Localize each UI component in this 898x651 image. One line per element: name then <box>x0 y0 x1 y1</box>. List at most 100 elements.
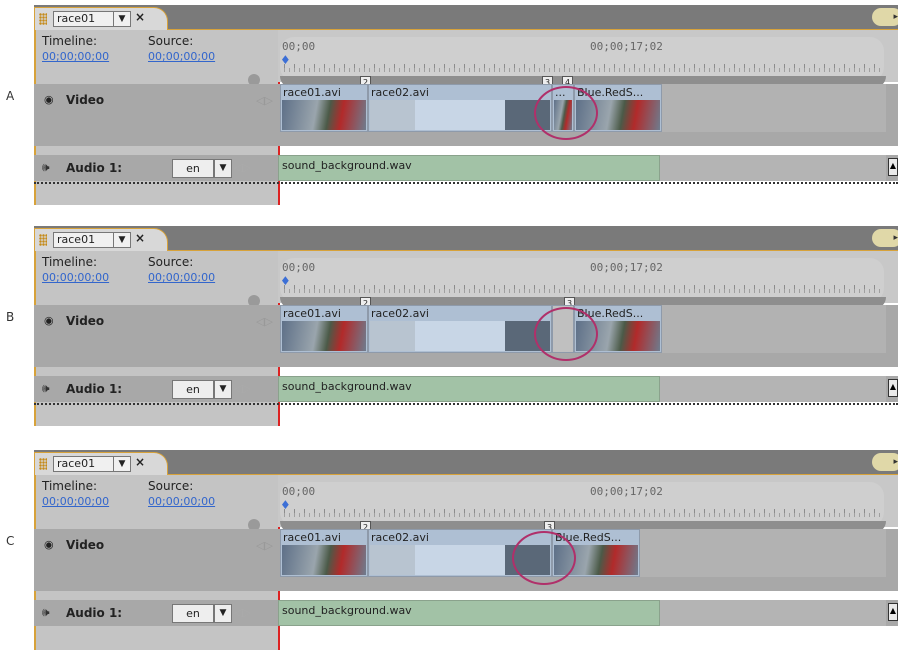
source-timecode[interactable]: 00;00;00;00 <box>148 50 215 63</box>
tab-bar: race01 ▼ × ▸ <box>34 226 898 251</box>
tab-sequence[interactable]: race01 ▼ × <box>34 452 168 475</box>
chevron-down-icon[interactable]: ▼ <box>113 11 131 27</box>
audio-track-name: Audio 1: <box>66 382 123 396</box>
source-label: Source: <box>148 34 194 48</box>
timeline-panel-b: B race01 ▼ × ▸ Timeline: Source: 00;00;0… <box>6 226 898 426</box>
keyframe-nav-icon[interactable]: ◁▷ <box>256 94 273 107</box>
ruler-start-time: 00;00 <box>282 261 316 274</box>
time-ruler[interactable]: 00;00 00;00;17;02 ♦ 2 3 <box>278 475 898 534</box>
tab-sequence[interactable]: race01 ▼ × <box>34 7 168 30</box>
tab-bar: race01 ▼ × ▸ <box>34 5 898 30</box>
empty-track-area <box>660 155 886 181</box>
playhead-icon[interactable]: ♦ <box>280 274 291 288</box>
video-track-header: ◉ Video ◁▷ <box>36 305 278 367</box>
timeline-timecode[interactable]: 00;00;00;00 <box>42 495 109 508</box>
eye-icon[interactable]: ◉ <box>44 314 54 327</box>
close-icon[interactable]: × <box>135 231 145 245</box>
sequence-name[interactable]: race01 <box>53 456 114 472</box>
chevron-down-icon[interactable]: ▼ <box>113 456 131 472</box>
scroll-up-icon[interactable]: ▲ <box>888 603 898 621</box>
audio-clip[interactable]: sound_background.wav <box>278 376 660 402</box>
panel-menu-icon[interactable]: ▸ <box>872 453 898 471</box>
language-select[interactable]: en <box>172 604 214 623</box>
empty-track-area <box>660 600 886 626</box>
sequence-name[interactable]: race01 <box>53 232 114 248</box>
eye-icon[interactable]: ◉ <box>44 93 54 106</box>
clip-label: race02.avi <box>371 307 429 320</box>
speaker-icon[interactable]: 🕪 <box>42 605 50 620</box>
scroll-up-icon[interactable]: ▲ <box>888 158 898 176</box>
chevron-down-icon[interactable]: ▼ <box>214 604 232 623</box>
keyframe-nav-icon[interactable]: ◁▷ <box>234 382 251 395</box>
clip-race01[interactable]: race01.avi <box>280 305 368 353</box>
keyframe-nav-icon[interactable]: ◁▷ <box>256 315 273 328</box>
timeline-timecode[interactable]: 00;00;00;00 <box>42 271 109 284</box>
scroll-up-icon[interactable]: ▲ <box>888 379 898 397</box>
clip-thumbnails <box>282 545 366 575</box>
clip-race01[interactable]: race01.avi <box>280 529 368 577</box>
chevron-down-icon[interactable]: ▼ <box>214 159 232 178</box>
ruler-bar[interactable]: 00;00 00;00;17;02 ♦ 2 3 <box>280 482 886 534</box>
video-track-name: Video <box>66 314 105 328</box>
video-track-header: ◉ Video ◁▷ <box>36 84 278 146</box>
panel-menu-icon[interactable]: ▸ <box>872 229 898 247</box>
chevron-down-icon[interactable]: ▼ <box>113 232 131 248</box>
ruler-bar[interactable]: 00;00 00;00;17;02 ♦ 2 3 4 <box>280 37 886 89</box>
highlight-circle <box>534 86 598 140</box>
highlight-circle <box>512 531 576 585</box>
close-icon[interactable]: × <box>135 455 145 469</box>
audio-clip[interactable]: sound_background.wav <box>278 155 660 181</box>
audio-clip[interactable]: sound_background.wav <box>278 600 660 626</box>
panel-label: B <box>6 310 15 324</box>
ruler-subticks <box>284 68 884 72</box>
sequence-name[interactable]: race01 <box>53 11 114 27</box>
tab-sequence[interactable]: race01 ▼ × <box>34 228 168 251</box>
keyframe-nav-icon[interactable]: ◁▷ <box>234 606 251 619</box>
keyframe-nav-icon[interactable]: ◁▷ <box>234 161 251 174</box>
grip-icon[interactable] <box>39 13 47 25</box>
close-icon[interactable]: × <box>135 10 145 24</box>
divider <box>34 182 898 184</box>
clip-race02[interactable]: race02.avi <box>368 305 552 353</box>
source-timecode[interactable]: 00;00;00;00 <box>148 495 215 508</box>
tab-bar: race01 ▼ × ▸ <box>34 450 898 475</box>
grip-icon[interactable] <box>39 234 47 246</box>
keyframe-nav-icon[interactable]: ◁▷ <box>256 539 273 552</box>
ruler-mid-time: 00;00;17;02 <box>590 485 663 498</box>
chevron-down-icon[interactable]: ▼ <box>214 380 232 399</box>
clip-race02[interactable]: race02.avi <box>368 84 552 132</box>
highlight-circle <box>534 307 598 361</box>
timeline-panel-a: A race01 ▼ × ▸ Timeline: Source: 00;00;0… <box>6 5 898 205</box>
speaker-icon[interactable]: 🕪 <box>42 160 50 175</box>
speaker-icon[interactable]: 🕪 <box>42 381 50 396</box>
clip-race01[interactable]: race01.avi <box>280 84 368 132</box>
video-track: ◉ Video ◁▷ race01.avi race02.avi ... Blu… <box>34 84 898 146</box>
timeline-label: Timeline: <box>42 34 98 48</box>
video-track-header: ◉ Video ◁▷ <box>36 529 278 591</box>
grip-icon[interactable] <box>39 458 47 470</box>
audio-track: 🕪 Audio 1: en ▼ ◁▷ sound_background.wav … <box>34 155 898 181</box>
ruler-bar[interactable]: 00;00 00;00;17;02 ♦ 2 3 <box>280 258 886 310</box>
playhead-icon[interactable]: ♦ <box>280 498 291 512</box>
audio-track-name: Audio 1: <box>66 606 123 620</box>
time-ruler[interactable]: 00;00 00;00;17;02 ♦ 2 3 4 <box>278 30 898 89</box>
source-timecode[interactable]: 00;00;00;00 <box>148 271 215 284</box>
audio-track-header: 🕪 Audio 1: en ▼ ◁▷ <box>36 600 278 626</box>
clip-thumbnails <box>370 321 550 351</box>
time-ruler[interactable]: 00;00 00;00;17;02 ♦ 2 3 <box>278 251 898 310</box>
audio-track: 🕪 Audio 1: en ▼ ◁▷ sound_background.wav … <box>34 376 898 402</box>
playhead-icon[interactable]: ♦ <box>280 53 291 67</box>
clip-label: race01.avi <box>283 531 341 544</box>
eye-icon[interactable]: ◉ <box>44 538 54 551</box>
clip-label: race02.avi <box>371 531 429 544</box>
audio-track-name: Audio 1: <box>66 161 123 175</box>
video-track: ◉ Video ◁▷ race01.avi race02.avi Blue.Re… <box>34 305 898 367</box>
language-select[interactable]: en <box>172 380 214 399</box>
timeline-label: Timeline: <box>42 479 98 493</box>
audio-track-header: 🕪 Audio 1: en ▼ ◁▷ <box>36 155 278 181</box>
panel-menu-icon[interactable]: ▸ <box>872 8 898 26</box>
timeline-timecode[interactable]: 00;00;00;00 <box>42 50 109 63</box>
language-select[interactable]: en <box>172 159 214 178</box>
audio-track: 🕪 Audio 1: en ▼ ◁▷ sound_background.wav … <box>34 600 898 626</box>
source-label: Source: <box>148 479 194 493</box>
